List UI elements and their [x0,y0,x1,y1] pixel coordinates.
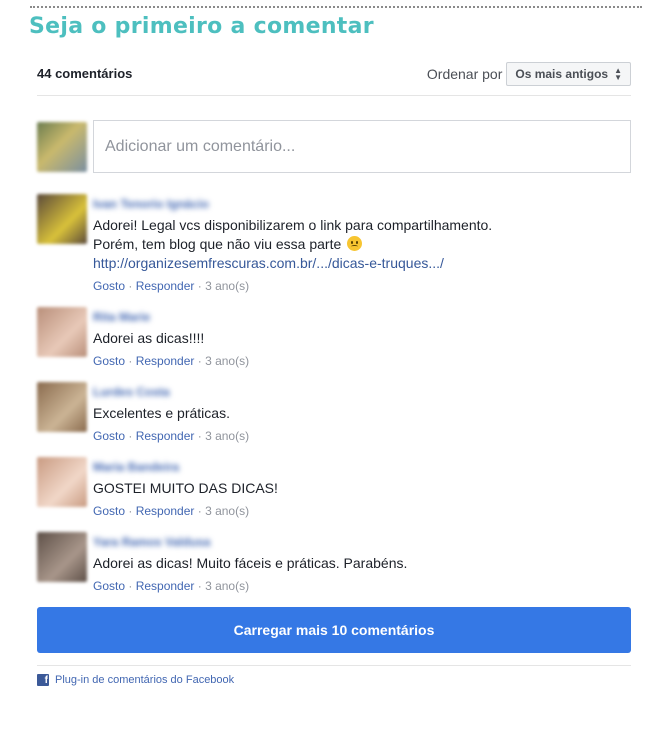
comment-body: Lurdes Costa Excelentes e práticas. Gosto … [93,382,631,443]
comment-timestamp[interactable]: 3 ano(s) [205,429,249,443]
comment-author[interactable]: Lurdes Costa [93,385,170,401]
reply-link[interactable]: Responder [136,504,195,518]
sort-selected-value: Os mais antigos [515,66,609,81]
like-link[interactable]: Gosto [93,429,125,443]
commenter-avatar[interactable] [37,532,87,582]
disappointed-emoji-icon [347,236,363,251]
comment-text-content: Adorei! Legal vcs disponibilizarem o lin… [93,217,493,233]
like-link[interactable]: Gosto [93,279,125,293]
sort-label: Ordenar por [426,65,503,82]
comment-text-content: Excelentes e práticas. [93,405,230,421]
comment-author[interactable]: Ivan Tenorio Ignácio [93,197,209,213]
comment-author[interactable]: Rita Marie [93,310,150,326]
comment-body: Ivan Tenorio Ignácio Adorei! Legal vcs di… [93,194,631,293]
reply-link[interactable]: Responder [136,429,195,443]
comment-actions: Gosto · Responder · 3 ano(s) [93,504,250,518]
comment-text-line: Porém, tem blog que não viu essa parte [93,235,631,254]
comment-item: Lurdes Costa Excelentes e práticas. Gosto … [37,382,631,443]
reply-link[interactable]: Responder [136,279,195,293]
comments-header: 44 comentários Ordenar por Os mais antig… [37,56,631,96]
comment-text-content: Adorei as dicas!!!! [93,330,205,346]
comment-text: Adorei as dicas!!!! [93,329,631,348]
reply-link[interactable]: Responder [136,579,195,593]
section-title: Seja o primeiro a comentar [29,14,374,39]
comment-text-content: Porém, tem blog que não viu essa parte [93,236,342,252]
sort-control: Ordenar por Os mais antigos ▲ ▼ [426,61,631,86]
comment-actions: Gosto · Responder · 3 ano(s) [93,354,250,368]
comment-text-line: GOSTEI MUITO DAS DICAS! [93,479,631,498]
footer-divider [37,665,631,666]
comment-item: Maria Bandeira GOSTEI MUITO DAS DICAS! Gos… [37,457,631,518]
compose-row: Adicionar um comentário... [37,120,631,173]
sort-arrows-icon: ▲ ▼ [614,65,622,82]
comment-body: Rita Marie Adorei as dicas!!!! Gosto · Res… [93,307,631,368]
facebook-plugin-link[interactable]: Plug-in de comentários do Facebook [55,674,234,686]
dotted-divider [30,6,642,8]
comment-count: 44 comentários [37,66,133,81]
plugin-footer: f Plug-in de comentários do Facebook [37,674,631,686]
comment-text: Excelentes e práticas. [93,404,631,423]
comment-timestamp[interactable]: 3 ano(s) [205,279,249,293]
comment-text-content: Adorei as dicas! Muito fáceis e práticas… [93,555,408,571]
facebook-comments-plugin: 44 comentários Ordenar por Os mais antig… [37,56,631,686]
reply-link[interactable]: Responder [136,354,195,368]
comment-actions: Gosto · Responder · 3 ano(s) [93,279,250,293]
comment-text-line: Adorei as dicas!!!! [93,329,631,348]
comment-timestamp[interactable]: 3 ano(s) [205,504,249,518]
comment-list: Ivan Tenorio Ignácio Adorei! Legal vcs di… [37,194,631,593]
comment-text-content: GOSTEI MUITO DAS DICAS! [93,480,278,496]
comment-body: Maria Bandeira GOSTEI MUITO DAS DICAS! Gos… [93,457,631,518]
comment-actions: Gosto · Responder · 3 ano(s) [93,429,250,443]
comment-item: Ivan Tenorio Ignácio Adorei! Legal vcs di… [37,194,631,293]
like-link[interactable]: Gosto [93,354,125,368]
comment-text: Adorei as dicas! Muito fáceis e práticas… [93,554,631,573]
comment-timestamp[interactable]: 3 ano(s) [205,354,249,368]
comment-input[interactable]: Adicionar um comentário... [93,120,631,173]
comment-text-line: Adorei as dicas! Muito fáceis e práticas… [93,554,631,573]
like-link[interactable]: Gosto [93,504,125,518]
comment-item: Yara Ramos Valdusa Adorei as dicas! Muito… [37,532,631,593]
comment-actions: Gosto · Responder · 3 ano(s) [93,579,250,593]
load-more-button[interactable]: Carregar mais 10 comentários [37,607,631,653]
commenter-avatar[interactable] [37,194,87,244]
commenter-avatar[interactable] [37,307,87,357]
facebook-icon: f [37,674,49,686]
current-user-avatar [37,122,87,172]
commenter-avatar[interactable] [37,382,87,432]
comment-text: GOSTEI MUITO DAS DICAS! [93,479,631,498]
comment-link[interactable]: http://organizesemfrescuras.com.br/.../d… [93,254,631,273]
comment-text-line: Excelentes e práticas. [93,404,631,423]
commenter-avatar[interactable] [37,457,87,507]
sort-select[interactable]: Os mais antigos ▲ ▼ [506,61,631,86]
comment-text: Adorei! Legal vcs disponibilizarem o lin… [93,216,631,273]
comment-item: Rita Marie Adorei as dicas!!!! Gosto · Res… [37,307,631,368]
comment-timestamp[interactable]: 3 ano(s) [205,579,249,593]
comment-body: Yara Ramos Valdusa Adorei as dicas! Muito… [93,532,631,593]
comment-text-line: Adorei! Legal vcs disponibilizarem o lin… [93,216,631,235]
comment-author[interactable]: Yara Ramos Valdusa [93,535,210,551]
comment-author[interactable]: Maria Bandeira [93,460,179,476]
like-link[interactable]: Gosto [93,579,125,593]
